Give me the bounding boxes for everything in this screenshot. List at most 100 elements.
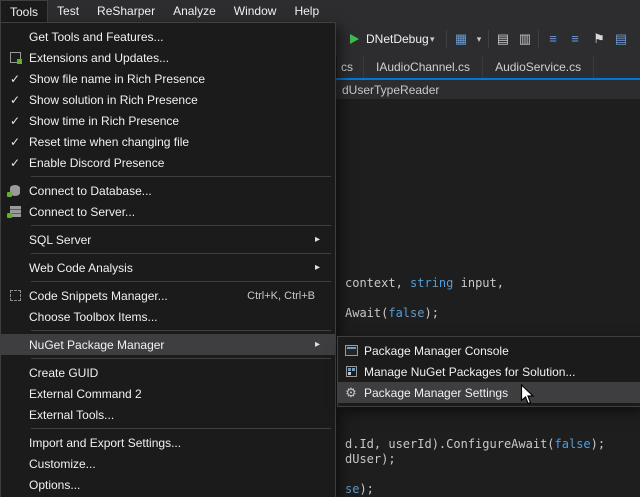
menu-item-label: Import and Export Settings... (29, 436, 331, 450)
menubar-item-window[interactable]: Window (225, 0, 286, 22)
menu-item-sql-server[interactable]: SQL Server ▸ (1, 229, 335, 250)
tab-audioservice[interactable]: AudioService.cs (483, 56, 594, 78)
menu-item-label: External Command 2 (29, 387, 331, 401)
server-icon (10, 206, 21, 217)
menu-item-label: Get Tools and Features... (29, 30, 331, 44)
menu-item-label: Reset time when changing file (29, 135, 331, 149)
code-line: dUser); (345, 452, 396, 466)
check-icon: ✓ (1, 135, 29, 149)
menu-item-label: Connect to Server... (29, 205, 331, 219)
submenu-arrow-icon: ▸ (315, 339, 331, 350)
check-icon: ✓ (1, 114, 29, 128)
menu-item-label: Code Snippets Manager... (29, 289, 247, 303)
bookmark-icon[interactable]: ⚑ (590, 22, 608, 56)
toolbar-separator (538, 30, 539, 48)
menu-item-label: Enable Discord Presence (29, 156, 331, 170)
tab-iaudiochannel[interactable]: IAudioChannel.cs (364, 56, 483, 78)
code-line: se); (345, 482, 374, 496)
menu-item-web-code-analysis[interactable]: Web Code Analysis ▸ (1, 257, 335, 278)
toolbar-separator (488, 30, 489, 48)
menu-item-label: Options... (29, 478, 331, 492)
vs-window: Tools Test ReSharper Analyze Window Help… (0, 0, 640, 497)
submenu-item-manage-nuget-packages[interactable]: Manage NuGet Packages for Solution... (338, 361, 640, 382)
menu-item-label: Show solution in Rich Presence (29, 93, 331, 107)
menubar-item-tools[interactable]: Tools (0, 0, 48, 22)
menu-item-enable-discord-presence[interactable]: ✓ Enable Discord Presence (1, 152, 335, 173)
submenu-item-package-manager-settings[interactable]: ⚙ Package Manager Settings (338, 382, 640, 403)
mouse-cursor (520, 384, 535, 406)
menu-item-choose-toolbox-items[interactable]: Choose Toolbox Items... (1, 306, 335, 327)
menu-separator (31, 253, 331, 254)
code-line: Await(false); (345, 306, 439, 320)
play-icon (350, 34, 359, 44)
menu-item-label: Extensions and Updates... (29, 51, 331, 65)
menu-item-import-export-settings[interactable]: Import and Export Settings... (1, 432, 335, 453)
find-caret-icon[interactable]: ▾ (470, 22, 488, 56)
menu-separator (31, 358, 331, 359)
menu-item-options[interactable]: Options... (1, 474, 335, 495)
menu-item-label: Connect to Database... (29, 184, 331, 198)
check-icon: ✓ (1, 156, 29, 170)
menu-item-create-guid[interactable]: Create GUID (1, 362, 335, 383)
code-line: d.Id, userId).ConfigureAwait(false); (345, 437, 605, 451)
menubar-item-resharper[interactable]: ReSharper (88, 0, 164, 22)
database-icon (10, 185, 20, 196)
menubar-item-help[interactable]: Help (285, 0, 328, 22)
menu-item-external-tools[interactable]: External Tools... (1, 404, 335, 425)
menu-item-show-solution-rich-presence[interactable]: ✓ Show solution in Rich Presence (1, 89, 335, 110)
menu-separator (31, 281, 331, 282)
check-icon: ✓ (1, 93, 29, 107)
menu-item-label: NuGet Package Manager (29, 338, 315, 352)
menu-separator (31, 225, 331, 226)
menu-item-label: SQL Server (29, 233, 315, 247)
manage-packages-icon (346, 366, 357, 377)
menubar: Tools Test ReSharper Analyze Window Help (0, 0, 640, 22)
nuget-submenu: Package Manager Console Manage NuGet Pac… (337, 336, 640, 407)
menu-item-label: External Tools... (29, 408, 331, 422)
submenu-item-package-manager-console[interactable]: Package Manager Console (338, 340, 640, 361)
menu-item-label: Show time in Rich Presence (29, 114, 331, 128)
menu-item-nuget-package-manager[interactable]: NuGet Package Manager ▸ (1, 334, 335, 355)
tab-label: IAudioChannel.cs (376, 60, 470, 74)
tab-partial[interactable]: cs (337, 56, 364, 78)
tools-menu: Get Tools and Features... Extensions and… (0, 22, 336, 497)
menu-item-shortcut: Ctrl+K, Ctrl+B (247, 290, 315, 302)
menubar-item-analyze[interactable]: Analyze (164, 0, 225, 22)
extensions-icon (10, 52, 21, 63)
menu-separator (31, 428, 331, 429)
menu-item-label: Web Code Analysis (29, 261, 315, 275)
start-debug-icon[interactable] (350, 22, 359, 56)
task-list-icon[interactable]: ▤ (612, 22, 630, 56)
snippets-icon (10, 290, 21, 301)
menu-item-extensions-and-updates[interactable]: Extensions and Updates... (1, 47, 335, 68)
navigate-forward-icon[interactable]: ≡ (566, 22, 584, 56)
menu-item-external-command-2[interactable]: External Command 2 (1, 383, 335, 404)
debug-target-label: DNetDebug (366, 32, 429, 46)
gear-icon: ⚙ (345, 386, 357, 399)
submenu-arrow-icon: ▸ (315, 262, 331, 273)
menu-item-customize[interactable]: Customize... (1, 453, 335, 474)
open-file-icon[interactable]: ▤ (494, 22, 512, 56)
menu-item-show-time-rich-presence[interactable]: ✓ Show time in Rich Presence (1, 110, 335, 131)
save-all-icon[interactable]: ▥ (516, 22, 534, 56)
menu-item-show-file-name-rich-presence[interactable]: ✓ Show file name in Rich Presence (1, 68, 335, 89)
debug-target-caret-icon[interactable]: ▾ (430, 22, 435, 56)
navbar-type-dropdown[interactable]: dUserTypeReader (342, 83, 439, 97)
menu-item-connect-to-database[interactable]: Connect to Database... (1, 180, 335, 201)
menu-item-connect-to-server[interactable]: Connect to Server... (1, 201, 335, 222)
find-icon[interactable]: ▦ (452, 22, 470, 56)
code-line: context, string input, (345, 276, 504, 290)
console-icon (345, 345, 358, 356)
menu-item-get-tools-and-features[interactable]: Get Tools and Features... (1, 26, 335, 47)
menu-item-reset-time-changing-file[interactable]: ✓ Reset time when changing file (1, 131, 335, 152)
debug-target-button[interactable]: DNetDebug (366, 22, 429, 56)
menu-item-label: Manage NuGet Packages for Solution... (364, 365, 636, 379)
navigate-backward-icon[interactable]: ≡ (544, 22, 562, 56)
tab-label: cs (341, 60, 353, 74)
menu-item-label: Package Manager Settings (364, 386, 636, 400)
menu-item-label: Create GUID (29, 366, 331, 380)
menu-item-code-snippets-manager[interactable]: Code Snippets Manager... Ctrl+K, Ctrl+B (1, 285, 335, 306)
menubar-item-test[interactable]: Test (48, 0, 88, 22)
menu-separator (31, 330, 331, 331)
toolbar-separator (446, 30, 447, 48)
